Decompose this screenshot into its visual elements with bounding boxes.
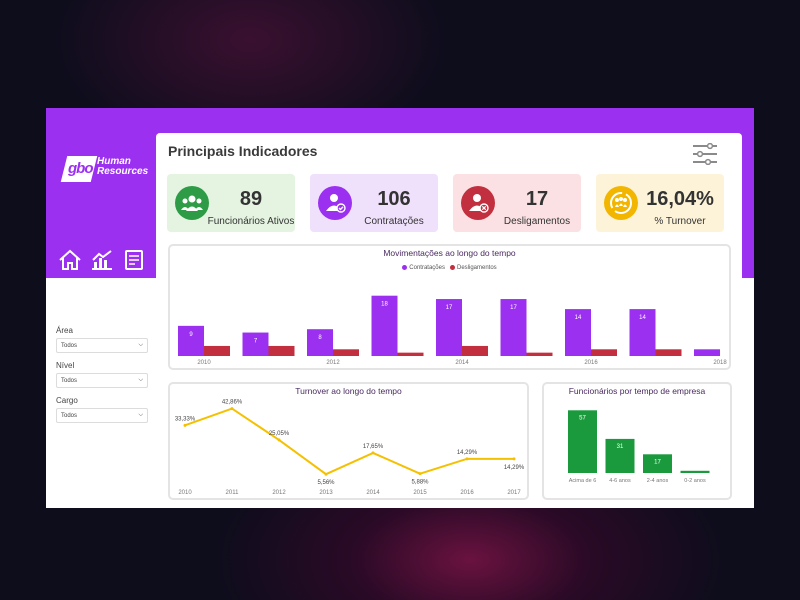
movements-chart-panel: Movimentações ao longo do tempo Contrata… <box>168 244 731 370</box>
line-point <box>183 423 187 427</box>
data-label: 17,65% <box>363 444 384 450</box>
bar-desligamentos <box>462 345 488 356</box>
bar-desligamentos <box>655 349 682 356</box>
kpi-value: 16,04% <box>646 188 714 210</box>
x-tick-label: 2010 <box>197 360 211 366</box>
x-tick-label: 4-6 anos <box>609 478 631 484</box>
report-icon[interactable] <box>122 248 146 272</box>
tenure-chart: 57 Acima de 6 31 4-6 anos 17 2-4 anos 0-2 anos <box>568 410 710 484</box>
x-tick-label: 2016 <box>460 490 474 496</box>
x-tick-label: 2016 <box>584 360 598 366</box>
x-tick-label: 2014 <box>366 490 380 496</box>
bar-contratacoes <box>307 329 333 356</box>
data-label: 5,88% <box>411 480 429 486</box>
bar-contratacoes <box>178 325 204 356</box>
line-point <box>465 457 469 461</box>
kpi-label: Desligamentos <box>503 216 571 227</box>
x-tick-label: Acima de 6 <box>569 478 597 484</box>
data-label: 57 <box>579 415 586 421</box>
settings-sliders-icon[interactable] <box>692 142 717 166</box>
page-title: Principais Indicadores <box>168 143 318 159</box>
turnover-chart-panel: Turnover ao longo do tempo 33,33% 2010 42,… <box>168 382 529 500</box>
x-tick-label: 2017 <box>507 490 521 496</box>
data-label: 25,05% <box>269 431 290 437</box>
bar-desligamentos <box>268 345 295 356</box>
turnover-chart: 33,33% 2010 42,86% 2011 25,05% 2012 5,56% 2013 1… <box>175 400 525 496</box>
kpi-hirings: 106 Contratações <box>310 174 438 232</box>
filter-area-select[interactable]: Todos ⌵ <box>56 338 148 353</box>
chevron-down-icon: ⌵ <box>138 377 143 383</box>
turnover-line <box>184 407 514 476</box>
data-label: 31 <box>617 444 624 450</box>
line-point <box>512 457 516 461</box>
kpi-terminations: 17 Desligamentos <box>453 174 581 232</box>
bar-desligamentos <box>204 345 230 356</box>
x-tick-label: 2-4 anos <box>647 478 669 484</box>
chevron-down-icon: ⌵ <box>138 412 143 418</box>
kpi-value: 17 <box>525 188 549 210</box>
data-label: 14 <box>639 315 646 321</box>
kpi-active-employees: 89 Funcionários Ativos <box>167 174 295 232</box>
filter-area-value: Todos <box>61 342 78 349</box>
dashboard: gbo Human Resources Área Todos ⌵ Nível To… <box>46 108 754 508</box>
sidebar-nav <box>58 248 146 272</box>
line-point <box>277 438 281 442</box>
chevron-down-icon: ⌵ <box>138 342 143 348</box>
line-point <box>324 472 328 476</box>
line-point <box>371 451 375 455</box>
line-point <box>418 472 422 476</box>
bar-desligamentos <box>591 349 617 356</box>
data-label: 14,29% <box>504 465 525 471</box>
data-label: 18 <box>381 302 388 308</box>
brand-logo: gbo Human Resources <box>60 156 154 182</box>
bar-desligamentos <box>397 352 424 356</box>
kpi-label: % Turnover <box>654 216 706 227</box>
x-tick-label: 2014 <box>455 360 469 366</box>
line-point <box>230 407 234 411</box>
tenure-chart-panel: Funcionários por tempo de empresa 57 Acim… <box>542 382 732 500</box>
filters-panel: Área Todos ⌵ Nível Todos ⌵ Cargo Todos ⌵ <box>56 318 148 423</box>
filter-area-label: Área <box>56 326 73 335</box>
kpi-label: Contratações <box>364 216 424 227</box>
x-tick-label: 2015 <box>413 490 427 496</box>
kpi-value: 89 <box>239 188 263 210</box>
data-label: 14,29% <box>457 450 478 456</box>
x-tick-label: 2012 <box>326 360 340 366</box>
data-label: 17 <box>446 305 453 311</box>
filter-nivel-value: Todos <box>61 377 78 384</box>
kpi-label: Funcionários Ativos <box>207 216 295 227</box>
data-label: 17 <box>510 305 517 311</box>
x-tick-label: 2010 <box>178 490 192 496</box>
bar-desligamentos <box>333 349 359 356</box>
data-label: 33,33% <box>175 416 196 422</box>
logo-text: gbo <box>68 160 93 177</box>
home-icon[interactable] <box>58 248 82 272</box>
x-tick-label: 2011 <box>226 490 240 496</box>
x-tick-label: 0-2 anos <box>684 478 706 484</box>
filter-cargo-label: Cargo <box>56 396 78 405</box>
bar-tenure <box>680 470 710 473</box>
filter-cargo-select[interactable]: Todos ⌵ <box>56 408 148 423</box>
filter-nivel-select[interactable]: Todos ⌵ <box>56 373 148 388</box>
filter-cargo-value: Todos <box>61 412 78 419</box>
main-card: Principais Indicadores 89 Funcionários A… <box>156 133 742 508</box>
kpi-value: 106 <box>377 188 411 210</box>
logo-tagline: Human Resources <box>97 156 149 177</box>
bar-desligamentos <box>526 352 553 356</box>
x-tick-label: 2012 <box>272 490 286 496</box>
x-tick-label: 2013 <box>319 490 333 496</box>
data-label: 17 <box>654 459 661 465</box>
filter-nivel-label: Nível <box>56 361 75 370</box>
bar-contratacoes <box>694 349 720 356</box>
movements-chart: 920107820121817201417142016142018 <box>178 295 727 366</box>
chart-icon[interactable] <box>90 248 114 272</box>
kpi-turnover: 16,04% % Turnover <box>596 174 724 232</box>
data-label: 5,56% <box>317 480 335 486</box>
data-label: 14 <box>575 315 582 321</box>
x-tick-label: 2018 <box>713 360 727 366</box>
data-label: 42,86% <box>222 400 243 406</box>
